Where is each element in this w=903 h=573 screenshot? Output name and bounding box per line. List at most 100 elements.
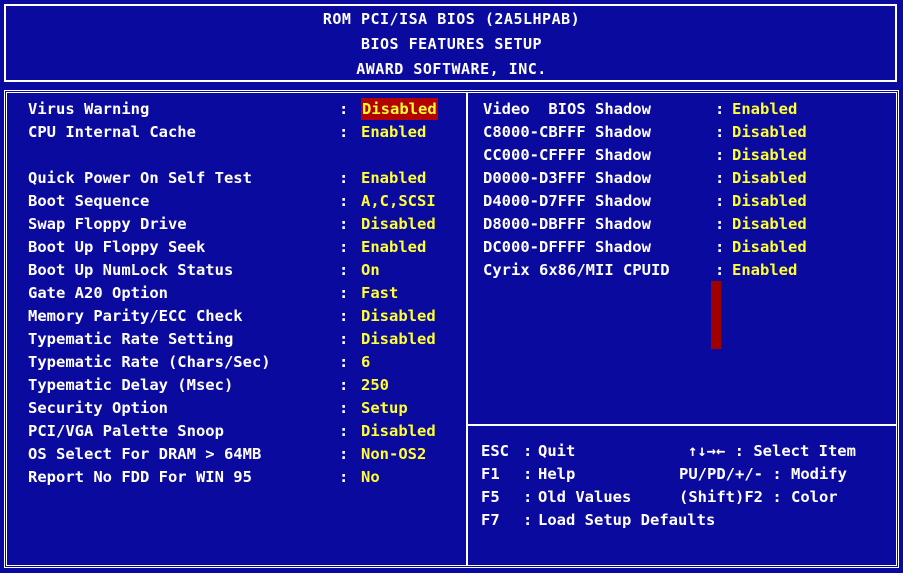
- setting-colon: :: [339, 376, 349, 394]
- setting-row[interactable]: CPU Internal Cache: Enabled: [28, 121, 468, 143]
- setting-value[interactable]: 250: [361, 374, 389, 396]
- setting-row[interactable]: PCI/VGA Palette Snoop: Disabled: [28, 420, 468, 442]
- setting-label: OS Select For DRAM > 64MB: [28, 445, 262, 463]
- help-colon: :: [523, 488, 533, 506]
- setting-value-selected[interactable]: Disabled: [361, 98, 438, 120]
- setting-colon: :: [715, 100, 725, 118]
- setting-value[interactable]: 6: [361, 351, 370, 373]
- setting-colon: :: [715, 192, 725, 210]
- setting-row[interactable]: Video BIOS Shadow: Enabled: [483, 98, 903, 120]
- setting-row[interactable]: Report No FDD For WIN 95: No: [28, 466, 468, 488]
- setting-value[interactable]: Disabled: [732, 213, 807, 235]
- setting-row[interactable]: OS Select For DRAM > 64MB: Non-OS2: [28, 443, 468, 465]
- setting-label: Swap Floppy Drive: [28, 215, 187, 233]
- setting-label: Boot Sequence: [28, 192, 150, 210]
- setting-row[interactable]: D8000-DBFFF Shadow: Disabled: [483, 213, 903, 235]
- setting-row[interactable]: Typematic Delay (Msec):250: [28, 374, 468, 396]
- setting-label: PCI/VGA Palette Snoop: [28, 422, 224, 440]
- setting-row[interactable]: D4000-D7FFF Shadow: Disabled: [483, 190, 903, 212]
- setting-row[interactable]: DC000-DFFFF Shadow: Disabled: [483, 236, 903, 258]
- setting-label: Boot Up NumLock Status: [28, 261, 234, 279]
- setting-row[interactable]: Boot Sequence: A,C,SCSI: [28, 190, 468, 212]
- help-key-esc: ESC: [481, 442, 509, 460]
- setting-colon: :: [339, 307, 349, 325]
- vendor-name: AWARD SOFTWARE, INC.: [356, 60, 547, 78]
- setting-colon: :: [715, 261, 725, 279]
- settings-panel: Virus Warning: Disabled CPU Internal Cache…: [0, 88, 903, 573]
- setting-label: Boot Up Floppy Seek: [28, 238, 206, 256]
- setting-value[interactable]: Disabled: [732, 167, 807, 189]
- setting-row[interactable]: Security Option: Setup: [28, 397, 468, 419]
- setting-value[interactable]: Enabled: [732, 259, 797, 281]
- setting-row[interactable]: Cyrix 6x86/MII CPUID: Enabled: [483, 259, 903, 281]
- setting-row[interactable]: Typematic Rate Setting: Disabled: [28, 328, 468, 350]
- help-colon: :: [523, 442, 533, 460]
- setting-row[interactable]: Swap Floppy Drive: Disabled: [28, 213, 468, 235]
- setting-value[interactable]: Disabled: [732, 190, 807, 212]
- setting-value[interactable]: Fast: [361, 282, 398, 304]
- help-key-f7: F7: [481, 511, 500, 529]
- setting-colon: :: [339, 353, 349, 371]
- setting-value[interactable]: Disabled: [732, 121, 807, 143]
- setting-value[interactable]: Enabled: [361, 236, 426, 258]
- help-key-f5: F5: [481, 488, 500, 506]
- setting-value[interactable]: Disabled: [732, 144, 807, 166]
- setting-label: Typematic Rate (Chars/Sec): [28, 353, 271, 371]
- setting-row[interactable]: CC000-CFFFF Shadow: Disabled: [483, 144, 903, 166]
- setting-row[interactable]: Memory Parity/ECC Check: Disabled: [28, 305, 468, 327]
- setting-colon: :: [339, 422, 349, 440]
- setting-row[interactable]: C8000-CBFFF Shadow: Disabled: [483, 121, 903, 143]
- help-divider: [468, 424, 896, 426]
- setting-value[interactable]: A,C,SCSI: [361, 190, 436, 212]
- setting-label: Cyrix 6x86/MII CPUID: [483, 261, 670, 279]
- setting-value[interactable]: Disabled: [732, 236, 807, 258]
- setting-row[interactable]: Virus Warning: Disabled: [28, 98, 468, 120]
- setting-row[interactable]: Boot Up NumLock Status: On: [28, 259, 468, 281]
- setting-label: D8000-DBFFF Shadow: [483, 215, 651, 233]
- setting-row[interactable]: Boot Up Floppy Seek: Enabled: [28, 236, 468, 258]
- bios-version-title: ROM PCI/ISA BIOS (2A5LHPAB): [322, 10, 581, 28]
- setting-value[interactable]: Disabled: [361, 328, 436, 350]
- help-select-item: ↑↓→← : Select Item: [688, 442, 856, 460]
- setting-value[interactable]: Disabled: [361, 420, 436, 442]
- help-colon: :: [523, 465, 533, 483]
- setting-row[interactable]: Typematic Rate (Chars/Sec):6: [28, 351, 468, 373]
- help-color: (Shift)F2 : Color: [679, 488, 838, 506]
- setting-row[interactable]: D0000-D3FFF Shadow: Disabled: [483, 167, 903, 189]
- setting-label: Video BIOS Shadow: [483, 100, 651, 118]
- setting-row[interactable]: Quick Power On Self Test: Enabled: [28, 167, 468, 189]
- setting-row[interactable]: Gate A20 Option: Fast: [28, 282, 468, 304]
- setting-value[interactable]: Non-OS2: [361, 443, 426, 465]
- setting-value[interactable]: Enabled: [361, 167, 426, 189]
- setting-value[interactable]: No: [361, 466, 380, 488]
- help-text-quit: Quit: [538, 442, 576, 460]
- setting-label: Virus Warning: [28, 100, 150, 118]
- help-modify: PU/PD/+/- : Modify: [679, 465, 847, 483]
- setting-label: Security Option: [28, 399, 168, 417]
- setting-value[interactable]: Disabled: [361, 305, 436, 327]
- help-text-load-defaults: Load Setup Defaults: [538, 511, 716, 529]
- setting-colon: :: [339, 100, 349, 118]
- setting-value[interactable]: Disabled: [361, 213, 436, 235]
- setting-colon: :: [715, 238, 725, 256]
- setting-colon: :: [715, 123, 725, 141]
- setting-value[interactable]: On: [361, 259, 380, 281]
- setting-value[interactable]: Setup: [361, 397, 408, 419]
- setting-colon: :: [715, 169, 725, 187]
- setting-value[interactable]: Enabled: [361, 121, 426, 143]
- page-title: BIOS FEATURES SETUP: [360, 35, 543, 53]
- setting-colon: :: [339, 284, 349, 302]
- setting-colon: :: [715, 146, 725, 164]
- setting-colon: :: [339, 330, 349, 348]
- setting-colon: :: [715, 215, 725, 233]
- setting-label: D4000-D7FFF Shadow: [483, 192, 651, 210]
- setting-label: Typematic Rate Setting: [28, 330, 234, 348]
- setting-label: CPU Internal Cache: [28, 123, 196, 141]
- help-key-f1: F1: [481, 465, 500, 483]
- setting-label: Typematic Delay (Msec): [28, 376, 234, 394]
- help-text-old-values: Old Values: [538, 488, 632, 506]
- text-cursor: [711, 281, 721, 349]
- help-text-help: Help: [538, 465, 576, 483]
- setting-value[interactable]: Enabled: [732, 98, 797, 120]
- setting-colon: :: [339, 445, 349, 463]
